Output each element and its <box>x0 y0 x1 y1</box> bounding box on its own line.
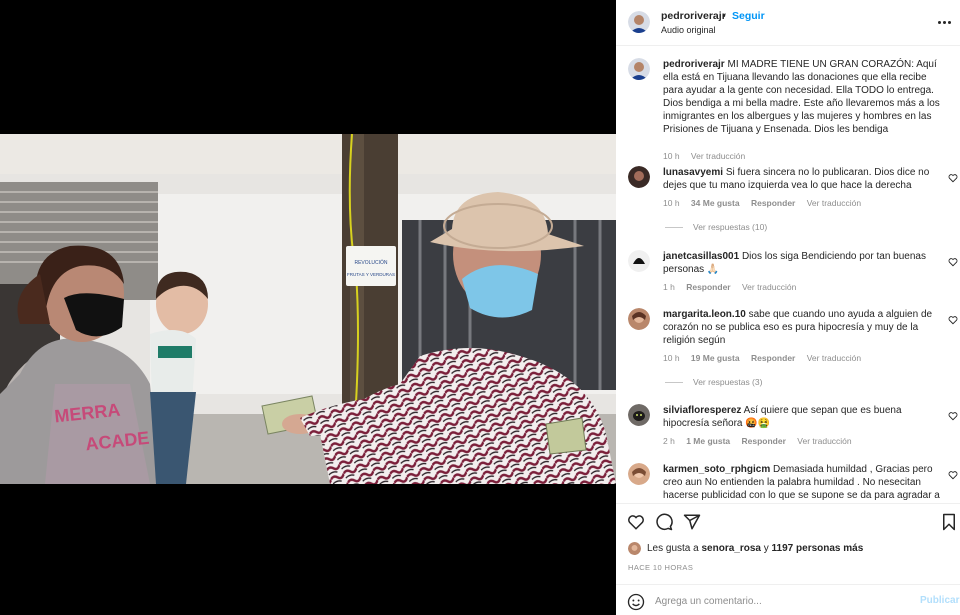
comment-username[interactable]: margarita.leon.10 <box>663 309 746 320</box>
video-player[interactable]: REVOLUCIÓN FRUTAS Y VERDURAS MERRA ACADE <box>0 134 616 484</box>
publish-button[interactable]: Publicar <box>920 595 959 606</box>
follow-button[interactable]: Seguir <box>732 10 765 22</box>
emoji-icon[interactable] <box>627 593 645 611</box>
comments-list[interactable]: pedroriverajr MI MADRE TIENE UN GRAN COR… <box>616 47 960 502</box>
comment-input[interactable] <box>655 591 905 611</box>
comment-username[interactable]: karmen_soto_rphgicm <box>663 464 770 475</box>
video-frame: REVOLUCIÓN FRUTAS Y VERDURAS MERRA ACADE <box>0 134 616 484</box>
comment-meta: 2 h 1 Me gusta Responder Ver traducción <box>663 436 852 446</box>
post-header: pedroriverajr • Seguir Audio original <box>616 0 960 46</box>
translate-link[interactable]: Ver traducción <box>691 151 745 161</box>
heart-icon[interactable] <box>948 411 958 421</box>
post-media: REVOLUCIÓN FRUTAS Y VERDURAS MERRA ACADE <box>0 0 616 615</box>
avatar[interactable] <box>628 404 650 426</box>
comment-username[interactable]: lunasavyemi <box>663 167 723 178</box>
comment-icon[interactable] <box>655 513 673 531</box>
heart-icon[interactable] <box>948 315 958 325</box>
avatar[interactable] <box>628 250 650 272</box>
comment-username[interactable]: janetcasillas001 <box>663 251 739 262</box>
heart-icon[interactable] <box>948 470 958 480</box>
heart-icon[interactable] <box>948 173 958 183</box>
avatar[interactable] <box>628 166 650 188</box>
comment-text: karmen_soto_rphgicm Demasiada humildad ,… <box>663 464 940 501</box>
comment-composer: Publicar <box>616 584 960 615</box>
avatar[interactable] <box>628 11 650 33</box>
avatar[interactable] <box>628 308 650 330</box>
caption-username[interactable]: pedroriverajr <box>663 59 725 70</box>
caption-text: pedroriverajr MI MADRE TIENE UN GRAN COR… <box>663 59 940 135</box>
author-username[interactable]: pedroriverajr <box>661 10 726 22</box>
comment-text: silviafloresperez Así quiere que sepan q… <box>663 405 902 429</box>
avatar[interactable] <box>628 463 650 485</box>
avatar[interactable] <box>628 58 650 80</box>
comment-username[interactable]: silviafloresperez <box>663 405 741 416</box>
avatar[interactable] <box>628 542 641 555</box>
svg-text:FRUTAS Y VERDURAS: FRUTAS Y VERDURAS <box>347 272 395 277</box>
post-timestamp[interactable]: HACE 10 HORAS <box>628 563 693 572</box>
likes-count[interactable]: 1197 personas más <box>772 543 864 554</box>
liker-username[interactable]: senora_rosa <box>702 543 761 554</box>
heart-icon[interactable] <box>948 257 958 267</box>
view-replies-button[interactable]: Ver respuestas (10) <box>665 222 767 232</box>
view-replies-button[interactable]: Ver respuestas (3) <box>665 377 762 387</box>
action-bar <box>616 503 960 539</box>
svg-text:REVOLUCIÓN: REVOLUCIÓN <box>354 259 387 266</box>
comment-meta: 10 h 19 Me gusta Responder Ver traducció… <box>663 353 862 363</box>
caption-time: 10 h <box>663 151 680 161</box>
comment-text: margarita.leon.10 sabe que cuando uno ay… <box>663 309 933 346</box>
comment-text: lunasavyemi Si fuera sincera no lo publi… <box>663 167 930 191</box>
audio-label[interactable]: Audio original <box>661 25 716 35</box>
share-icon[interactable] <box>683 513 701 531</box>
caption-meta: 10 h Ver traducción <box>663 151 754 161</box>
bookmark-icon[interactable] <box>940 513 958 531</box>
likes-summary: Les gusta a senora_rosa y 1197 personas … <box>628 541 958 557</box>
comment-meta: 10 h 34 Me gusta Responder Ver traducció… <box>663 198 862 208</box>
more-icon <box>938 20 941 24</box>
comment-text: janetcasillas001 Dios los siga Bendicien… <box>663 251 926 275</box>
more-options-button[interactable] <box>938 16 954 28</box>
separator: • <box>722 10 726 22</box>
heart-icon[interactable] <box>627 513 645 531</box>
post-sidebar: pedroriverajr • Seguir Audio original pe… <box>616 0 960 615</box>
comment-meta: 1 h Responder Ver traducción <box>663 282 797 292</box>
